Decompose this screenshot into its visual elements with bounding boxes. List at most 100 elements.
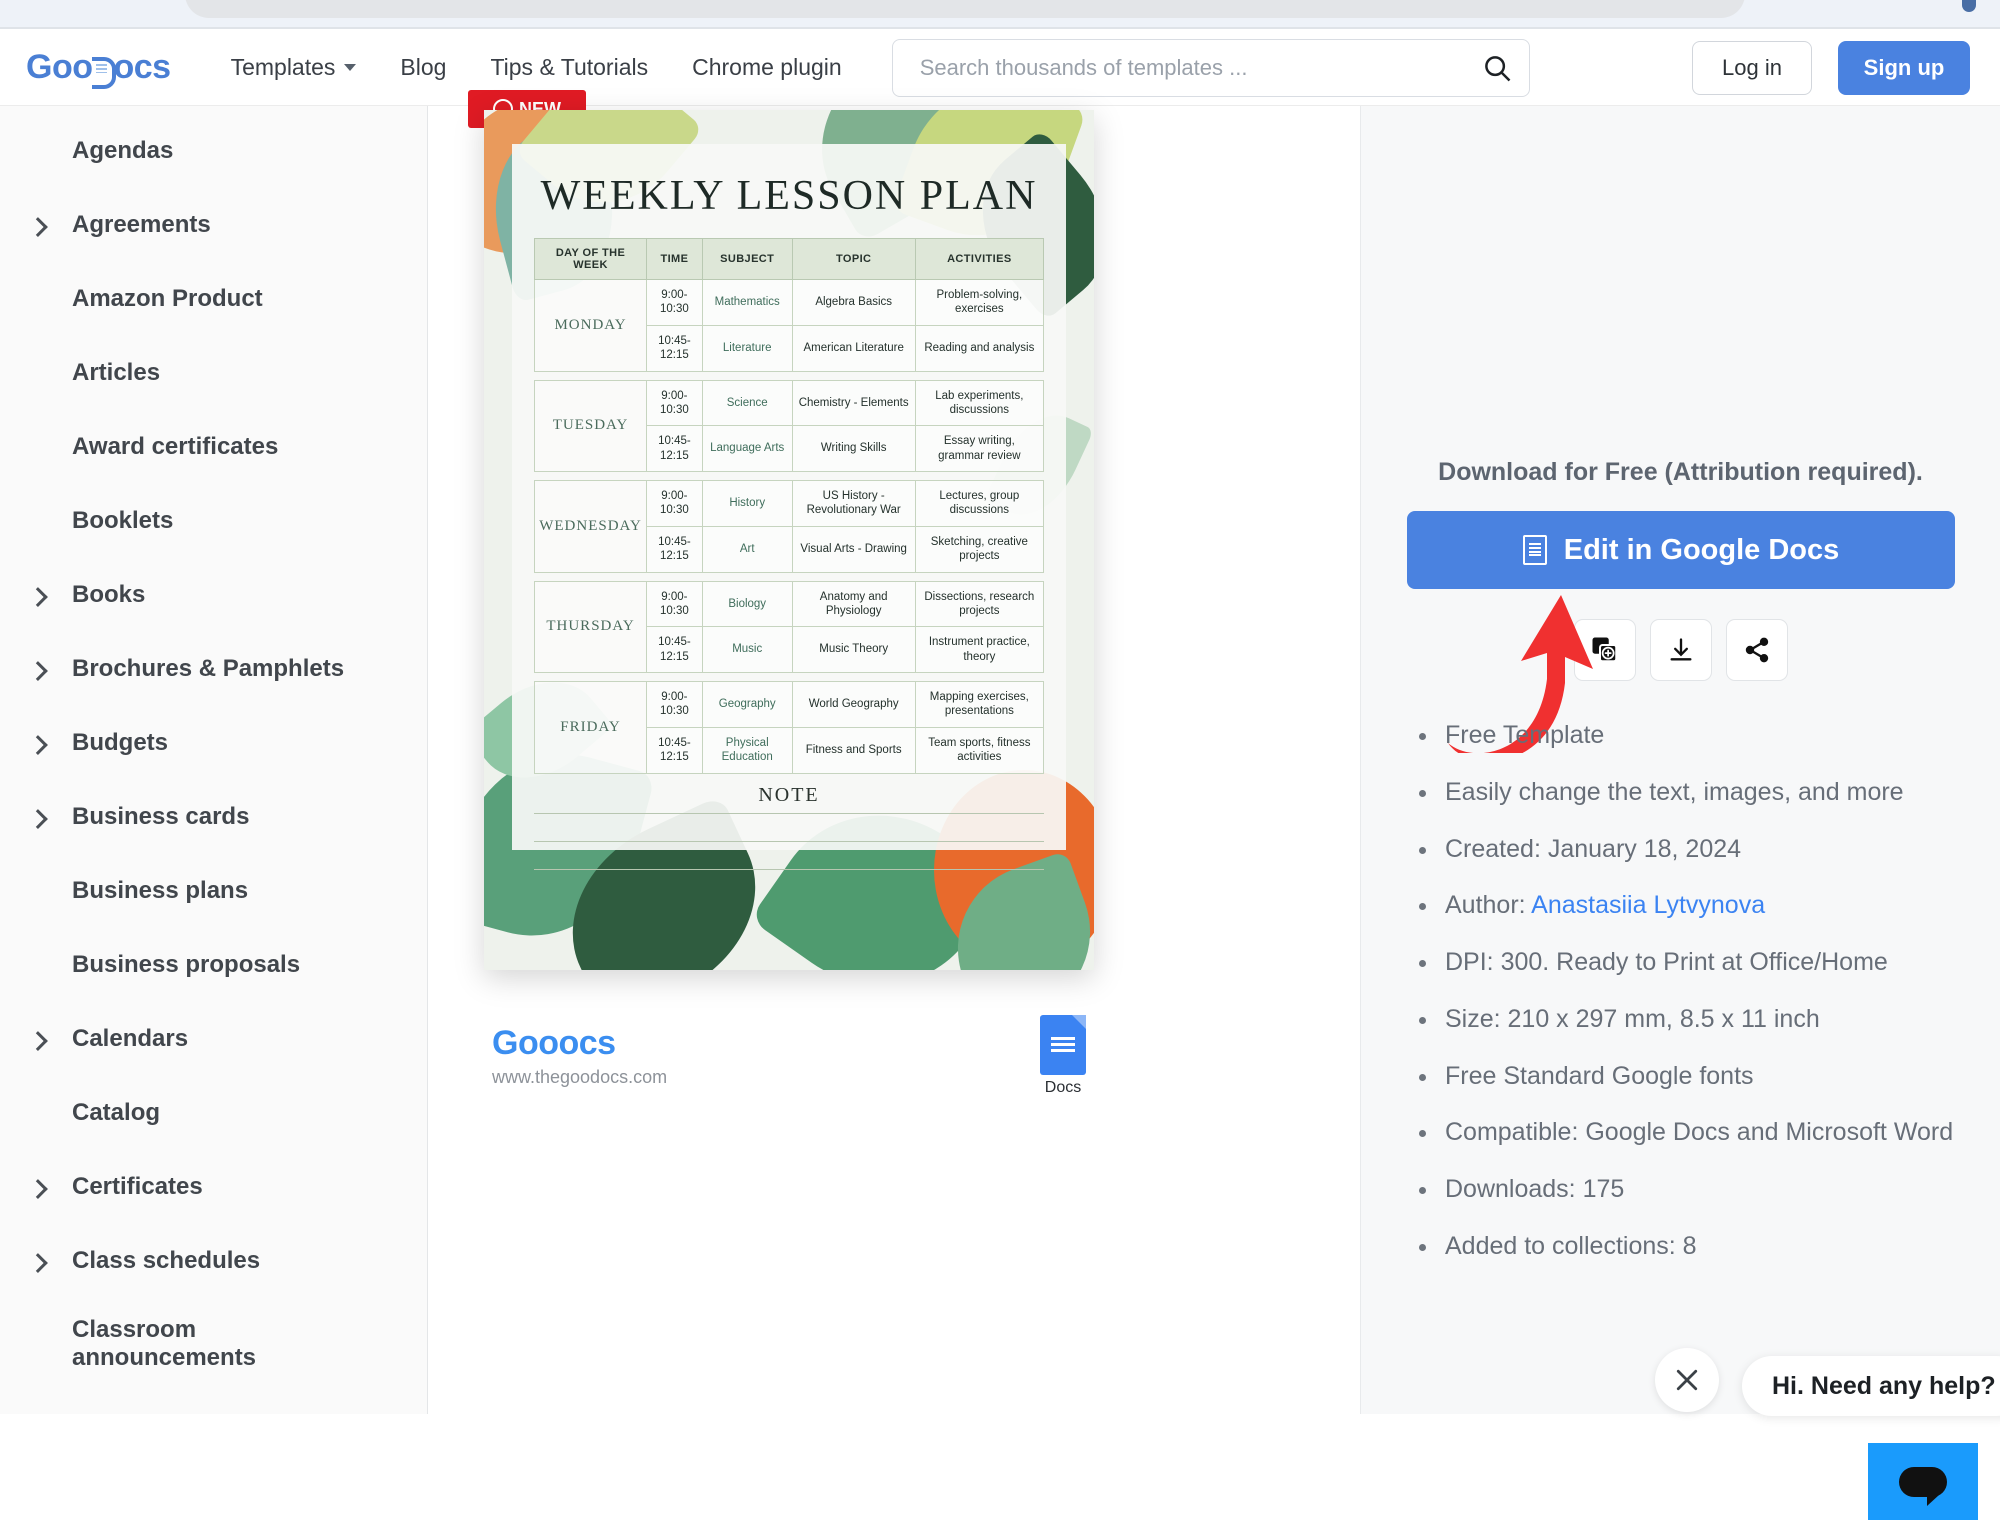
- sidebar-item-label: Amazon Product: [72, 284, 263, 312]
- nav-item-blog[interactable]: Blog: [400, 54, 446, 81]
- chat-close-button[interactable]: [1655, 1348, 1719, 1412]
- chevron-right-icon[interactable]: [28, 217, 48, 237]
- chevron-right-icon[interactable]: [28, 587, 48, 607]
- template-feature-list: Free Template Easily change the text, ima…: [1407, 719, 1954, 1264]
- note-line: [534, 840, 1044, 869]
- sidebar-item-classroom-announcements[interactable]: Classroom announcements: [0, 1298, 427, 1390]
- site-logo[interactable]: Goo ocs: [26, 48, 171, 89]
- edit-in-google-docs-button[interactable]: Edit in Google Docs: [1407, 511, 1955, 589]
- feature-list-item: Compatible: Google Docs and Microsoft Wo…: [1407, 1116, 1954, 1150]
- signup-button[interactable]: Sign up: [1838, 40, 1970, 95]
- feature-list-item-text: Free Standard Google fonts: [1445, 1061, 1754, 1090]
- table-day-cell: FRIDAY: [533, 681, 648, 774]
- table-day-cell: MONDAY: [533, 279, 648, 372]
- sidebar-item-label: Agendas: [72, 136, 174, 164]
- sidebar-item-award-certificates[interactable]: Award certificates: [0, 410, 427, 484]
- browser-extension-icon[interactable]: [1962, 0, 1976, 12]
- chevron-right-icon[interactable]: [28, 735, 48, 755]
- table-time-cell: 9:00-10:30: [646, 279, 703, 326]
- table-topic-cell: US History - Revolutionary War: [791, 480, 916, 527]
- table-subject-cell: Biology: [701, 580, 793, 628]
- google-docs-icon: [1040, 1015, 1086, 1075]
- author-link[interactable]: Anastasiia Lytvynova: [1531, 891, 1765, 919]
- sidebar-item-brochures-pamphlets[interactable]: Brochures & Pamphlets: [0, 632, 427, 706]
- add-to-collection-button[interactable]: [1573, 619, 1636, 681]
- feature-list-item: Created: January 18, 2024: [1407, 833, 1954, 867]
- table-day-cell: TUESDAY: [533, 379, 648, 472]
- chevron-right-icon[interactable]: [28, 661, 48, 681]
- table-activities-cell: Essay writing, grammar review: [914, 425, 1045, 472]
- search-input[interactable]: [891, 38, 1530, 97]
- share-button[interactable]: [1725, 619, 1788, 681]
- sidebar-item-label: Articles: [72, 358, 161, 386]
- sidebar-item-catalog[interactable]: Catalog: [0, 1076, 427, 1150]
- feature-list-item-text: Downloads: 175: [1445, 1175, 1625, 1203]
- feature-list-item: Downloads: 175: [1407, 1173, 1954, 1207]
- table-row: THURSDAY 9:00-10:30 Biology Anatomy and Phy…: [533, 580, 1045, 673]
- table-time-cell: 9:00-10:30: [646, 379, 703, 427]
- nav-item-tips-tutorials[interactable]: Tips & Tutorials: [490, 54, 648, 81]
- sidebar-item-label: Award certificates: [72, 432, 279, 460]
- sidebar-item-amazon-product[interactable]: Amazon Product: [0, 262, 427, 336]
- chevron-right-icon[interactable]: [28, 1253, 48, 1273]
- chat-greeting-text: Hi. Need any help?: [1772, 1371, 1996, 1400]
- chevron-right-icon[interactable]: [28, 809, 48, 829]
- sidebar-item-agendas[interactable]: Agendas: [0, 114, 427, 188]
- browser-chrome: [0, 0, 2000, 29]
- feature-list-item-text: Author:: [1445, 891, 1532, 920]
- table-group-spacer: [535, 673, 1044, 682]
- download-button[interactable]: [1649, 619, 1712, 681]
- sidebar-item-agreements[interactable]: Agreements: [0, 188, 427, 262]
- sidebar-item-certificates[interactable]: Certificates: [0, 1150, 427, 1224]
- sidebar-item-class-schedules[interactable]: Class schedules: [0, 1224, 427, 1298]
- footer-logo-suffix: ocs: [558, 1024, 616, 1062]
- table-header-cell: ACTIVITIES: [914, 238, 1045, 280]
- sidebar-item-booklets[interactable]: Booklets: [0, 484, 427, 558]
- logo-text-prefix: Goo: [26, 48, 93, 86]
- category-sidebar[interactable]: Agendas Agreements Amazon Product Articles A…: [0, 106, 428, 1414]
- table-subject-cell: Physical Education: [701, 726, 793, 774]
- sidebar-item-books[interactable]: Books: [0, 558, 427, 632]
- nav-item-chrome-plugin[interactable]: Chrome plugin: [692, 54, 842, 81]
- sidebar-item-label: Business proposals: [72, 950, 301, 978]
- sidebar-item-budgets[interactable]: Budgets: [0, 706, 427, 780]
- chevron-right-icon[interactable]: [28, 1179, 48, 1199]
- sidebar-item-label: Agreements: [72, 210, 211, 238]
- table-time-cell: 10:45-12:15: [646, 324, 703, 372]
- search-icon[interactable]: [1482, 53, 1512, 83]
- sidebar-item-label: Books: [72, 580, 146, 608]
- template-preview-image[interactable]: WEEKLY LESSON PLAN DAY OF THE WEEK TIME SU…: [484, 110, 1094, 970]
- table-time-cell: 9:00-10:30: [646, 580, 703, 628]
- chat-launcher-button[interactable]: [1868, 1443, 1978, 1520]
- table-topic-cell: Anatomy and Physiology: [791, 580, 916, 628]
- table-time-cell: 10:45-12:15: [646, 626, 703, 673]
- nav-item-templates[interactable]: Templates: [231, 54, 357, 81]
- feature-list-item-text: Compatible: Google Docs and Microsoft Wo…: [1445, 1118, 1954, 1147]
- sidebar-item-label: Catalog: [72, 1098, 161, 1126]
- table-activities-cell: Dissections, research projects: [914, 580, 1045, 628]
- table-time-cell: 9:00-10:30: [646, 681, 703, 728]
- table-header-cell: SUBJECT: [701, 238, 793, 280]
- sidebar-item-articles[interactable]: Articles: [0, 336, 427, 410]
- table-header-cell: DAY OF THE WEEK: [533, 238, 648, 280]
- logo-document-icon: [92, 55, 117, 89]
- template-info-panel: Download for Free (Attribution required)…: [1360, 106, 2000, 1414]
- sidebar-item-business-cards[interactable]: Business cards: [0, 780, 427, 854]
- table-topic-cell: World Geography: [791, 681, 916, 728]
- sidebar-item-business-proposals[interactable]: Business proposals: [0, 928, 427, 1002]
- footer-logo-prefix: Goo: [492, 1024, 559, 1062]
- chevron-right-icon[interactable]: [28, 1031, 48, 1051]
- chat-greeting-bubble[interactable]: Hi. Need any help?: [1742, 1356, 2000, 1416]
- download-heading: Download for Free (Attribution required)…: [1438, 458, 1923, 486]
- table-subject-cell: Music: [701, 626, 793, 673]
- login-button[interactable]: Log in: [1692, 40, 1812, 95]
- logo-text-suffix: ocs: [113, 48, 171, 86]
- sidebar-item-business-plans[interactable]: Business plans: [0, 854, 427, 928]
- table-subject-cell: Science: [701, 379, 793, 427]
- sidebar-item-label: Brochures & Pamphlets: [72, 654, 345, 682]
- omnibox[interactable]: [185, 0, 1745, 18]
- note-line: [534, 868, 1044, 897]
- table-row: MONDAY 9:00-10:30 Mathematics Algebra Basic…: [533, 279, 1045, 372]
- sidebar-item-calendars[interactable]: Calendars: [0, 1002, 427, 1076]
- feature-list-item-text: Created: January 18, 2024: [1445, 834, 1742, 863]
